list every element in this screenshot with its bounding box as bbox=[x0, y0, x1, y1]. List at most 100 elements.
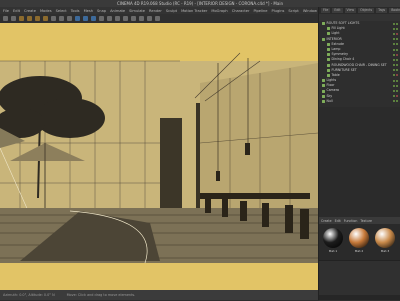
pen-icon[interactable] bbox=[107, 16, 112, 21]
menu-item-animate[interactable]: Animate bbox=[110, 9, 125, 13]
menu-item-file[interactable]: File bbox=[3, 9, 9, 13]
material-swatch[interactable]: Mat.1 bbox=[322, 228, 344, 258]
camera-icon[interactable] bbox=[147, 16, 152, 21]
panel-footer bbox=[319, 295, 400, 300]
menu-item-script[interactable]: Script bbox=[288, 9, 298, 13]
select-icon[interactable] bbox=[19, 16, 24, 21]
redo-icon[interactable] bbox=[11, 16, 16, 21]
material-swatch[interactable]: Mat.3 bbox=[374, 228, 396, 258]
attribute-empty-area bbox=[319, 107, 400, 217]
menu-item-character[interactable]: Character bbox=[232, 9, 250, 13]
visibility-dots-icon[interactable] bbox=[393, 43, 398, 46]
visibility-dots-icon[interactable] bbox=[393, 79, 398, 82]
scale-icon[interactable] bbox=[35, 16, 40, 21]
menu-item-tools[interactable]: Tools bbox=[71, 9, 80, 13]
menu-item-edit[interactable]: Edit bbox=[13, 9, 20, 13]
material-tab-edit[interactable]: Edit bbox=[335, 219, 341, 223]
x-axis-icon[interactable] bbox=[51, 16, 56, 21]
menu-item-snap[interactable]: Snap bbox=[97, 9, 106, 13]
object-icon bbox=[327, 53, 330, 57]
menu-item-plugins[interactable]: Plugins bbox=[272, 9, 285, 13]
object-icon bbox=[322, 99, 325, 103]
object-icon bbox=[327, 32, 330, 36]
object-icon bbox=[322, 89, 325, 93]
material-ball-icon bbox=[323, 228, 343, 248]
menu-item-simulate[interactable]: Simulate bbox=[129, 9, 145, 13]
y-axis-icon[interactable] bbox=[59, 16, 64, 21]
visibility-dots-icon[interactable] bbox=[393, 38, 398, 41]
pendant-lamp-1 bbox=[216, 171, 220, 181]
visibility-dots-icon[interactable] bbox=[393, 22, 398, 25]
menu-item-window[interactable]: Window bbox=[303, 9, 317, 13]
cube-icon[interactable] bbox=[99, 16, 104, 21]
object-row[interactable]: Null bbox=[319, 99, 400, 104]
object-icon bbox=[322, 37, 325, 41]
visibility-dots-icon[interactable] bbox=[393, 69, 398, 72]
object-icon bbox=[327, 63, 330, 67]
material-manager: Mat.1 Mat.2 Mat.3 bbox=[319, 224, 400, 260]
material-name: Mat.2 bbox=[354, 249, 364, 253]
material-tab-function[interactable]: Function bbox=[344, 219, 358, 223]
menu-item-sculpt[interactable]: Sculpt bbox=[166, 9, 177, 13]
om-tab-view[interactable]: View bbox=[344, 8, 357, 13]
om-tab-objects[interactable]: Objects bbox=[358, 8, 375, 13]
visibility-dots-icon[interactable] bbox=[393, 27, 398, 30]
object-icon bbox=[322, 79, 325, 83]
om-tab-tags[interactable]: Tags bbox=[376, 8, 388, 13]
object-icon bbox=[327, 42, 330, 46]
visibility-dots-icon[interactable] bbox=[393, 48, 398, 51]
object-manager-tabs: FileEditViewObjectsTagsBookmarks bbox=[319, 7, 400, 14]
visibility-dots-icon[interactable] bbox=[393, 100, 398, 103]
material-swatch[interactable]: Mat.2 bbox=[348, 228, 370, 258]
material-tab-texture[interactable]: Texture bbox=[360, 219, 372, 223]
object-icon bbox=[327, 68, 330, 72]
material-manager-tabs: Create Edit Function Texture bbox=[319, 217, 400, 224]
object-icon bbox=[327, 48, 330, 52]
render-pv-icon[interactable] bbox=[83, 16, 88, 21]
object-icon bbox=[327, 73, 330, 77]
z-axis-icon[interactable] bbox=[67, 16, 72, 21]
array-icon[interactable] bbox=[123, 16, 128, 21]
status-left: Azimuth: 0.0°, Altitude: 0.0° N bbox=[3, 293, 55, 297]
menu-item-mesh[interactable]: Mesh bbox=[84, 9, 93, 13]
visibility-dots-icon[interactable] bbox=[393, 90, 398, 93]
object-name: Null bbox=[326, 98, 333, 103]
toolbar bbox=[0, 14, 318, 23]
visibility-dots-icon[interactable] bbox=[393, 84, 398, 87]
menu-item-render[interactable]: Render bbox=[149, 9, 162, 13]
material-tab-create[interactable]: Create bbox=[321, 219, 332, 223]
light-icon[interactable] bbox=[155, 16, 160, 21]
subdivision-icon[interactable] bbox=[115, 16, 120, 21]
menu-item-modes[interactable]: Modes bbox=[40, 9, 52, 13]
rotate-icon[interactable] bbox=[43, 16, 48, 21]
menu-item-pipeline[interactable]: Pipeline bbox=[253, 9, 267, 13]
om-tab-file[interactable]: File bbox=[321, 8, 331, 13]
render-view-icon[interactable] bbox=[75, 16, 80, 21]
menu-item-motion-tracker[interactable]: Motion Tracker bbox=[181, 9, 207, 13]
status-bar: Azimuth: 0.0°, Altitude: 0.0° N Move: Cl… bbox=[0, 290, 318, 300]
om-tab-edit[interactable]: Edit bbox=[332, 8, 343, 13]
visibility-dots-icon[interactable] bbox=[393, 32, 398, 35]
visibility-dots-icon[interactable] bbox=[393, 74, 398, 77]
om-tab-bookmarks[interactable]: Bookmarks bbox=[389, 8, 400, 13]
visibility-dots-icon[interactable] bbox=[393, 58, 398, 61]
undo-icon[interactable] bbox=[3, 16, 8, 21]
menu-item-create[interactable]: Create bbox=[24, 9, 36, 13]
material-name: Mat.1 bbox=[328, 249, 338, 253]
visibility-dots-icon[interactable] bbox=[393, 53, 398, 56]
floor-icon[interactable] bbox=[139, 16, 144, 21]
material-name: Mat.3 bbox=[380, 249, 390, 253]
move-icon[interactable] bbox=[27, 16, 32, 21]
deformer-icon[interactable] bbox=[131, 16, 136, 21]
menu-item-select[interactable]: Select bbox=[56, 9, 67, 13]
visibility-dots-icon[interactable] bbox=[393, 64, 398, 67]
column bbox=[160, 118, 182, 218]
menu-item-mograph[interactable]: MoGraph bbox=[211, 9, 227, 13]
object-manager-list[interactable]: ROUTE SOFT LIGHTS Fill Light Light INTERIOR… bbox=[319, 21, 400, 107]
object-icon bbox=[322, 94, 325, 98]
viewport[interactable] bbox=[0, 23, 318, 290]
object-icon bbox=[322, 84, 325, 88]
render-settings-icon[interactable] bbox=[91, 16, 96, 21]
visibility-dots-icon[interactable] bbox=[393, 95, 398, 98]
material-ball-icon bbox=[349, 228, 369, 248]
